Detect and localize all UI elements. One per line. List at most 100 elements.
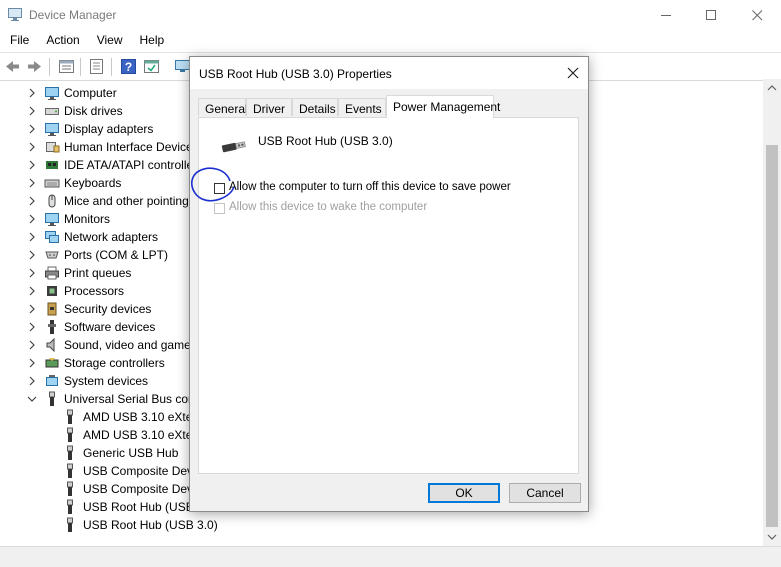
tree-item-label: Mice and other pointing — [64, 194, 189, 208]
tab-power-management[interactable]: Power Management — [386, 95, 500, 118]
allow-turn-off-checkbox[interactable] — [214, 183, 225, 194]
chevron-right-icon[interactable] — [27, 106, 37, 116]
chevron-right-icon[interactable] — [27, 214, 37, 224]
tree-item-label: System devices — [64, 374, 149, 388]
update-driver-icon[interactable] — [143, 58, 160, 75]
device-manager-icon — [8, 8, 22, 21]
system-device-icon — [46, 375, 58, 386]
usb-device-icon — [67, 427, 73, 442]
chevron-right-icon[interactable] — [27, 196, 37, 206]
window-title: Device Manager — [29, 8, 117, 22]
chevron-right-icon[interactable] — [27, 322, 37, 332]
tab-general[interactable]: General — [198, 98, 248, 116]
usb-plug-icon — [221, 141, 246, 153]
toolbar-separator — [49, 58, 50, 76]
minimize-button[interactable] — [643, 0, 689, 30]
chevron-down-icon[interactable] — [27, 394, 37, 404]
tree-item-label: Disk drives — [64, 104, 123, 118]
security-device-icon — [47, 302, 57, 316]
chevron-right-icon[interactable] — [27, 268, 37, 278]
dialog-close-icon[interactable] — [564, 64, 582, 82]
maximize-icon — [705, 9, 716, 20]
maximize-button[interactable] — [688, 0, 734, 30]
usb-device-icon — [67, 409, 73, 424]
cancel-button[interactable]: Cancel — [509, 483, 581, 503]
menu-action[interactable]: Action — [36, 30, 86, 52]
tree-item-label: Processors — [64, 284, 125, 298]
menu-bar: File Action View Help — [0, 30, 781, 52]
software-device-icon — [48, 320, 56, 334]
document-icon[interactable] — [88, 58, 105, 75]
chevron-right-icon[interactable] — [27, 232, 37, 242]
close-window-button[interactable] — [734, 0, 780, 30]
tree-item-label: USB Composite Devi — [83, 482, 196, 496]
chevron-right-icon[interactable] — [27, 178, 37, 188]
tree-item-label: AMD USB 3.10 eXten — [83, 428, 200, 442]
tree-item-label: Human Interface Device — [64, 140, 193, 154]
properties-dialog: USB Root Hub (USB 3.0) Properties Genera… — [189, 56, 589, 512]
svg-text:?: ? — [125, 60, 132, 74]
allow-wake-checkbox[interactable] — [214, 203, 225, 214]
usb-device-icon — [67, 499, 73, 514]
chevron-right-icon[interactable] — [27, 340, 37, 350]
allow-turn-off-label[interactable]: Allow the computer to turn off this devi… — [229, 181, 511, 193]
menu-help[interactable]: Help — [130, 30, 172, 52]
processor-icon — [47, 286, 57, 296]
toolbar-separator — [111, 58, 112, 76]
tab-events[interactable]: Events — [338, 98, 386, 116]
tree-item-label: USB Root Hub (USB — [83, 500, 194, 514]
usb-device-icon — [67, 463, 73, 478]
tree-item-label: AMD USB 3.10 eXten — [83, 410, 200, 424]
hid-icon — [46, 142, 60, 153]
printer-icon — [45, 266, 59, 280]
port-icon — [45, 251, 59, 259]
menu-file[interactable]: File — [0, 30, 36, 52]
tree-item-label: Sound, video and game — [64, 338, 191, 352]
disk-drive-icon — [45, 108, 59, 115]
tree-item-usb-device[interactable]: USB Root Hub (USB 3.0) — [0, 516, 760, 534]
close-icon — [751, 9, 762, 20]
chevron-right-icon[interactable] — [27, 304, 37, 314]
usb-device-icon — [67, 445, 73, 460]
computer-icon — [45, 87, 59, 100]
status-bar — [0, 546, 781, 567]
chevron-right-icon[interactable] — [27, 124, 37, 134]
network-adapter-icon — [45, 231, 59, 243]
tree-item-label: Keyboards — [64, 176, 122, 190]
tree-item-label: Print queues — [64, 266, 132, 280]
properties-view-icon[interactable] — [58, 58, 75, 75]
speaker-icon — [46, 337, 55, 353]
tree-item-label: Computer — [64, 86, 117, 100]
tree-item-label: Ports (COM & LPT) — [64, 248, 169, 262]
tree-item-label: Display adapters — [64, 122, 154, 136]
ok-button[interactable]: OK — [428, 483, 500, 503]
chevron-right-icon[interactable] — [27, 286, 37, 296]
scroll-up-icon[interactable] — [767, 83, 777, 93]
toolbar-separator — [80, 58, 81, 76]
tree-item-label: Generic USB Hub — [83, 446, 179, 460]
power-management-panel: USB Root Hub (USB 3.0) Allow the compute… — [198, 117, 579, 474]
tab-driver[interactable]: Driver — [246, 98, 292, 116]
tree-item-label: Universal Serial Bus contr — [64, 392, 203, 406]
back-arrow-icon[interactable] — [4, 58, 21, 75]
device-name: USB Root Hub (USB 3.0) — [258, 134, 393, 148]
chevron-right-icon[interactable] — [27, 142, 37, 152]
allow-wake-label: Allow this device to wake the computer — [229, 201, 428, 213]
scroll-down-icon[interactable] — [767, 532, 777, 542]
tree-item-label: Network adapters — [64, 230, 159, 244]
chevron-right-icon[interactable] — [27, 376, 37, 386]
menu-view[interactable]: View — [87, 30, 130, 52]
tab-details[interactable]: Details — [292, 98, 338, 116]
minimize-icon — [660, 14, 671, 16]
tree-item-label: USB Root Hub (USB 3.0) — [83, 518, 218, 532]
chevron-right-icon[interactable] — [27, 160, 37, 170]
forward-arrow-icon[interactable] — [26, 58, 43, 75]
scrollbar-thumb[interactable] — [766, 145, 778, 527]
chevron-right-icon[interactable] — [27, 358, 37, 368]
chevron-right-icon[interactable] — [27, 250, 37, 260]
mouse-icon — [48, 194, 56, 208]
help-icon[interactable]: ? — [120, 58, 137, 75]
usb-device-icon — [67, 517, 73, 532]
chevron-right-icon[interactable] — [27, 88, 37, 98]
vertical-scrollbar[interactable] — [763, 79, 781, 546]
